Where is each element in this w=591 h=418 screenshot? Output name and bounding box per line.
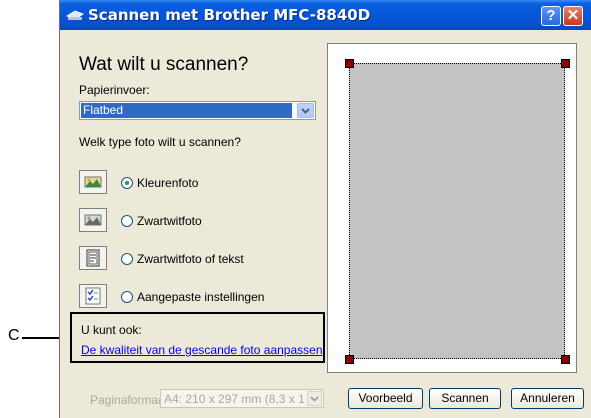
chevron-down-icon[interactable] — [297, 103, 314, 118]
resize-handle-bottom-left[interactable] — [345, 355, 354, 364]
option-label: Zwartwitfoto — [137, 214, 202, 228]
resize-handle-bottom-right[interactable] — [561, 355, 570, 364]
window-title: Scannen met Brother MFC-8840D — [88, 6, 371, 24]
custom-settings-icon[interactable] — [79, 284, 107, 308]
scan-area[interactable] — [349, 63, 565, 359]
paper-source-select[interactable]: Flatbed — [79, 101, 316, 120]
color-photo-icon[interactable] — [79, 170, 107, 194]
preview-button[interactable]: Voorbeeld — [348, 388, 423, 409]
photo-type-label: Welk type foto wilt u scannen? — [79, 135, 241, 149]
resize-handle-top-left[interactable] — [345, 59, 354, 68]
radio-custom[interactable] — [121, 291, 133, 303]
adjust-quality-link[interactable]: De kwaliteit van de gescande foto aanpas… — [81, 343, 323, 357]
scanner-icon — [66, 10, 84, 20]
paper-source-label: Papierinvoer: — [79, 83, 150, 97]
scan-button[interactable]: Scannen — [429, 388, 501, 409]
option-label: Zwartwitfoto of tekst — [137, 252, 244, 266]
chevron-down-icon[interactable] — [307, 391, 322, 406]
option-label: Aangepaste instellingen — [137, 290, 265, 304]
page-title: Wat wilt u scannen? — [79, 54, 249, 75]
title-bar[interactable]: Scannen met Brother MFC-8840D ? ✕ — [60, 0, 591, 30]
resize-handle-top-right[interactable] — [561, 59, 570, 68]
radio-grayscale-photo[interactable] — [121, 215, 133, 227]
paper-source-value: Flatbed — [81, 103, 292, 118]
cancel-button[interactable]: Annuleren — [511, 388, 584, 409]
also-label: U kunt ook: — [81, 323, 142, 337]
page-size-value: A4: 210 x 297 mm (8,3 x 11,7 in) — [164, 392, 304, 406]
radio-color-photo[interactable] — [121, 177, 133, 189]
scan-dialog: Scannen met Brother MFC-8840D ? ✕ Wat wi… — [59, 0, 591, 418]
callout-label: C — [8, 327, 20, 344]
grayscale-photo-icon[interactable] — [79, 208, 107, 232]
page-size-select[interactable]: A4: 210 x 297 mm (8,3 x 11,7 in) — [160, 389, 324, 408]
help-button[interactable]: ? — [541, 6, 561, 26]
radio-text[interactable] — [121, 253, 133, 265]
option-label: Kleurenfoto — [137, 176, 199, 190]
close-button[interactable]: ✕ — [563, 6, 583, 26]
text-document-icon[interactable] — [79, 246, 107, 270]
preview-pane — [327, 43, 577, 373]
